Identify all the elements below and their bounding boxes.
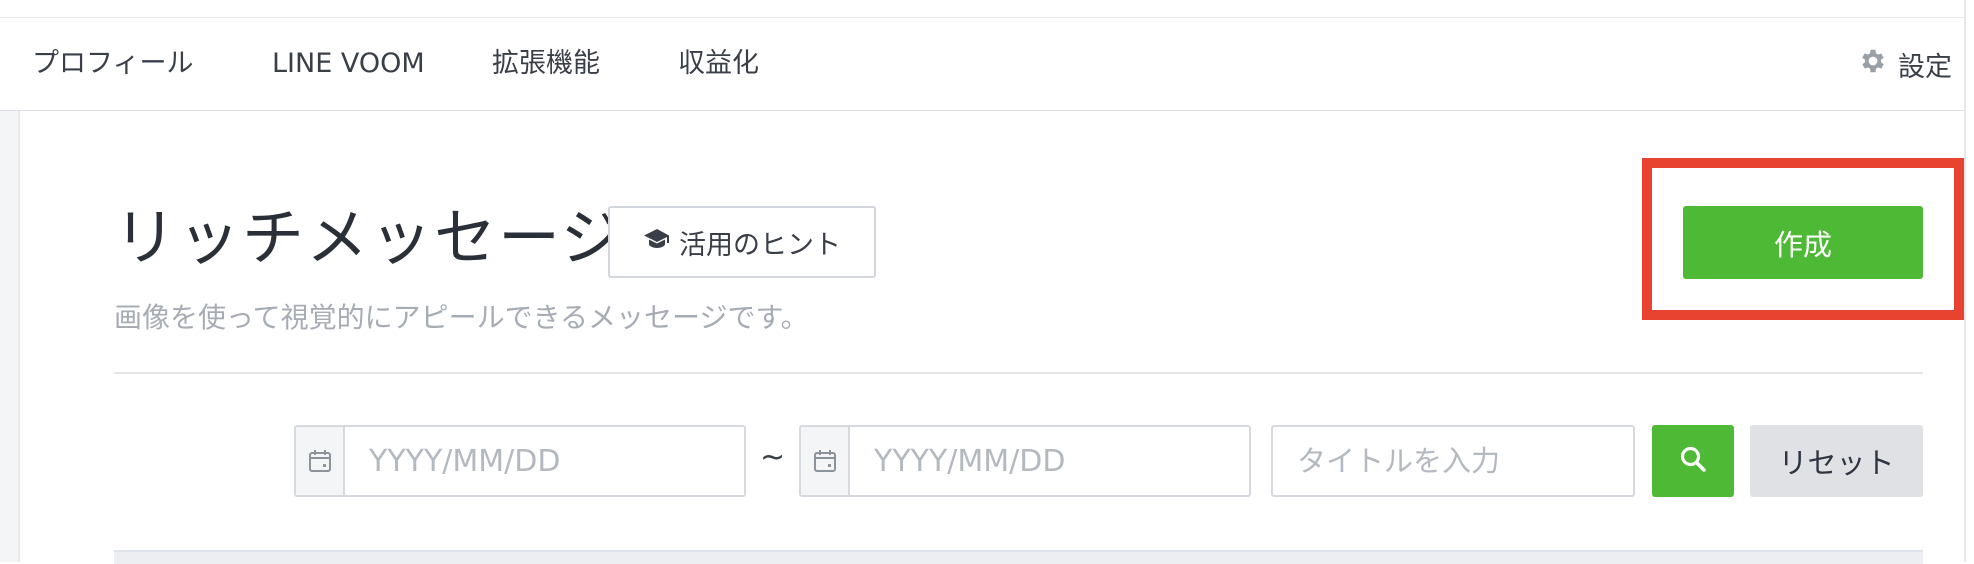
left-rail [0, 111, 20, 562]
create-button[interactable]: 作成 [1683, 206, 1923, 279]
nav-item-extensions[interactable]: 拡張機能 [492, 18, 600, 110]
nav-item-monetization[interactable]: 収益化 [678, 18, 759, 110]
search-button[interactable] [1652, 425, 1734, 497]
search-icon [1678, 444, 1708, 478]
hint-button[interactable]: 活用のヒント [608, 206, 876, 278]
divider [114, 372, 1923, 374]
end-date-field [799, 425, 1251, 497]
page-subtitle: 画像を使って視覚的にアピールできるメッセージです。 [114, 301, 809, 334]
calendar-icon[interactable] [296, 427, 345, 495]
settings-button[interactable]: 設定 [1858, 18, 1952, 110]
nav-item-line-voom[interactable]: LINE VOOM [272, 18, 425, 110]
reset-button[interactable]: リセット [1750, 425, 1923, 497]
start-date-input[interactable] [345, 427, 744, 495]
gear-icon [1858, 46, 1888, 83]
top-strip [0, 0, 1964, 18]
top-nav: プロフィール LINE VOOM 拡張機能 収益化 設定 [0, 18, 1964, 111]
calendar-icon[interactable] [801, 427, 850, 495]
right-edge [1964, 0, 1974, 562]
page-title: リッチメッセージ [114, 201, 625, 274]
title-search-input[interactable] [1271, 425, 1635, 497]
settings-label: 設定 [1898, 51, 1952, 83]
start-date-field [294, 425, 746, 497]
graduation-cap-icon [643, 227, 671, 258]
hint-button-label: 活用のヒント [679, 229, 841, 261]
date-range-separator: ~ [760, 440, 786, 475]
nav-item-profile[interactable]: プロフィール [32, 18, 193, 110]
end-date-input[interactable] [850, 427, 1249, 495]
